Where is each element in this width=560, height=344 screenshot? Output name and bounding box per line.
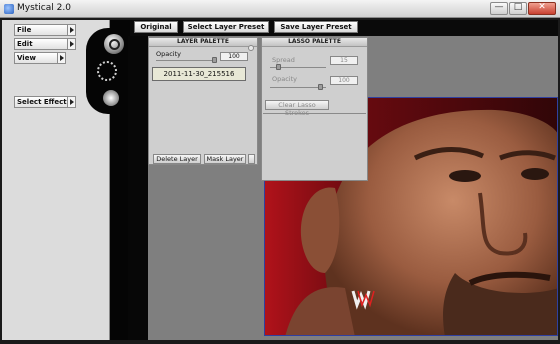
title-bar: Mystical 2.0 — □ ✕ [0, 0, 560, 18]
lasso-opacity-slider[interactable] [318, 84, 323, 90]
save-layer-preset-button[interactable]: Save Layer Preset [274, 21, 358, 33]
chevron-right-icon [67, 97, 75, 107]
chevron-right-icon [67, 39, 75, 49]
menu-edit[interactable]: Edit [14, 38, 76, 50]
palette-collapse-icon[interactable] [248, 45, 254, 51]
menu-view[interactable]: View [14, 52, 66, 64]
minimize-icon: — [494, 2, 504, 12]
menu-select-effect[interactable]: Select Effect [14, 96, 76, 108]
layer-opacity-slider[interactable] [212, 57, 217, 63]
chevron-right-icon [67, 25, 75, 35]
lasso-spread-label: Spread [272, 56, 295, 64]
layer-opacity-value: 100 [228, 53, 240, 60]
lasso-opacity-label: Opacity [272, 75, 298, 83]
menu-edit-label: Edit [17, 40, 33, 48]
clear-lasso-strokes-button[interactable]: Clear Lasso Strokes [265, 100, 329, 117]
close-button[interactable]: ✕ [528, 2, 556, 15]
original-button[interactable]: Original [134, 21, 178, 33]
minimize-button[interactable]: — [490, 2, 508, 15]
zoom-icon[interactable] [104, 34, 124, 54]
lasso-divider [263, 113, 366, 114]
lasso-opacity-stepper[interactable]: 100 [330, 76, 358, 85]
maximize-icon: □ [513, 2, 523, 12]
layer-opacity-label: Opacity [156, 50, 182, 58]
app-icon [4, 4, 14, 14]
lasso-spread-slider[interactable] [276, 64, 281, 70]
maximize-button[interactable]: □ [509, 2, 527, 15]
select-layer-preset-button[interactable]: Select Layer Preset [183, 21, 269, 33]
window-title: Mystical 2.0 [17, 3, 71, 13]
menu-view-label: View [17, 54, 36, 62]
layer-opacity-stepper[interactable]: 100 [220, 52, 248, 61]
layer-options-button[interactable] [248, 154, 255, 164]
close-icon: ✕ [538, 2, 546, 12]
layer-item[interactable]: 2011-11-30_215516 [152, 67, 246, 81]
menu-file[interactable]: File [14, 24, 76, 36]
lasso-spread-stepper[interactable]: 15 [330, 56, 358, 65]
hand-icon[interactable] [103, 90, 119, 106]
menu-file-label: File [17, 26, 32, 34]
delete-layer-button[interactable]: Delete Layer [153, 154, 201, 164]
menu-select-effect-label: Select Effect [17, 98, 67, 106]
layer-palette-title: LAYER PALETTE [149, 38, 257, 47]
canvas-margin [128, 36, 148, 340]
lasso-icon[interactable] [97, 61, 117, 81]
chevron-right-icon [57, 53, 65, 63]
window-controls: — □ ✕ [489, 2, 556, 15]
mask-layer-button[interactable]: Mask Layer [204, 154, 246, 164]
layer-opacity-track[interactable] [156, 60, 216, 61]
lasso-spread-value: 15 [340, 57, 348, 64]
lasso-opacity-value: 100 [338, 77, 350, 84]
lasso-palette-title: LASSO PALETTE [262, 38, 367, 47]
